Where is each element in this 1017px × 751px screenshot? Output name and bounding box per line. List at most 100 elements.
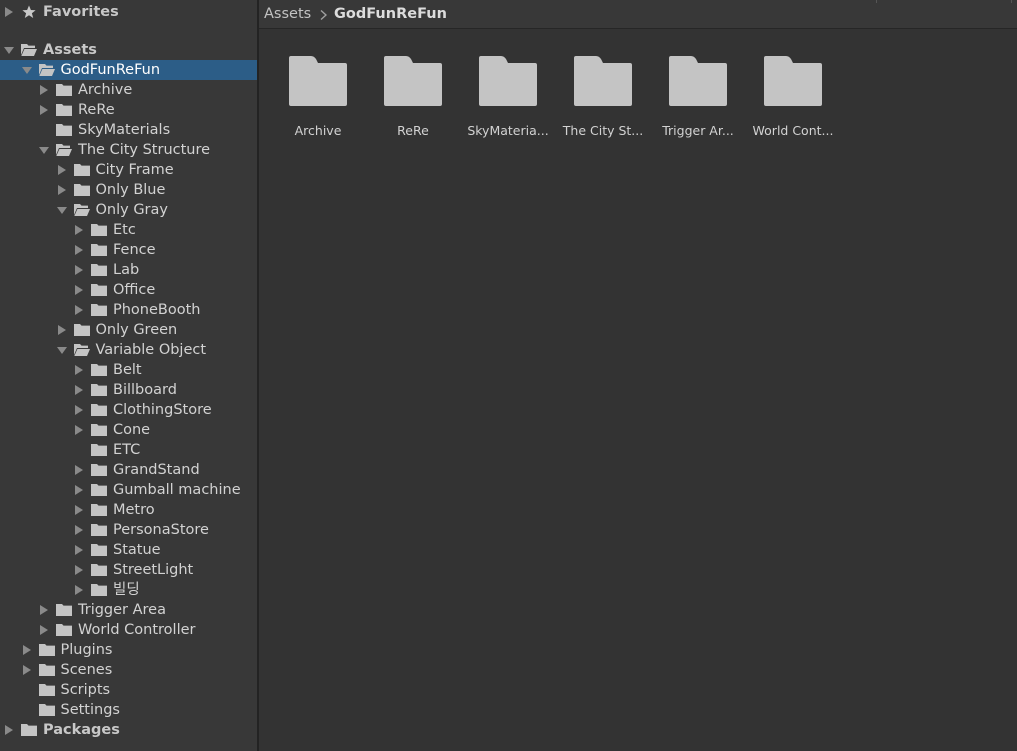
tree-row[interactable]: Only Green xyxy=(0,320,257,340)
folder-icon xyxy=(91,524,107,536)
tree-row[interactable]: Billboard xyxy=(0,380,257,400)
folder-icon xyxy=(56,104,72,116)
expand-arrow-icon[interactable] xyxy=(39,604,49,616)
folder-icon xyxy=(91,364,107,376)
grid-folder-label: Archive xyxy=(294,123,342,138)
expand-arrow-icon[interactable] xyxy=(74,484,84,496)
tree-row[interactable]: Belt xyxy=(0,360,257,380)
tree-row[interactable]: Gumball machine xyxy=(0,480,257,500)
tree-row[interactable]: Plugins xyxy=(0,640,257,660)
expand-arrow-icon[interactable] xyxy=(22,664,32,676)
tree-row-packages[interactable]: Packages xyxy=(0,720,257,740)
tree-row[interactable]: SkyMaterials xyxy=(0,120,257,140)
tree-label: Fence xyxy=(113,242,156,258)
expand-arrow-icon[interactable] xyxy=(4,6,14,18)
folder-icon xyxy=(91,404,107,416)
grid-folder-label: World Cont... xyxy=(752,123,834,138)
breadcrumb-current[interactable]: GodFunReFun xyxy=(334,0,447,29)
grid-folder-item[interactable]: Trigger Ar... xyxy=(652,52,742,152)
expand-arrow-icon[interactable] xyxy=(74,524,84,536)
tree-row[interactable]: ETC xyxy=(0,440,257,460)
tree-row[interactable]: StreetLight xyxy=(0,560,257,580)
chevron-right-icon xyxy=(320,10,327,20)
folder-icon xyxy=(91,484,107,496)
expand-arrow-icon[interactable] xyxy=(74,384,84,396)
tree-row[interactable]: Archive xyxy=(0,80,257,100)
tree-label: Scripts xyxy=(60,682,111,698)
folder-icon xyxy=(38,704,55,716)
folder-icon xyxy=(384,56,442,106)
expand-arrow-icon[interactable] xyxy=(74,304,84,316)
expand-arrow-icon[interactable] xyxy=(74,224,84,236)
tree-label: Plugins xyxy=(60,642,113,658)
tree-row[interactable]: PhoneBooth xyxy=(0,300,257,320)
expand-arrow-icon[interactable] xyxy=(74,264,84,276)
expand-arrow-icon[interactable] xyxy=(39,624,49,636)
tree-row[interactable]: Trigger Area xyxy=(0,600,257,620)
tree-row[interactable]: Metro xyxy=(0,500,257,520)
expand-arrow-icon[interactable] xyxy=(74,464,84,476)
folder-open-icon xyxy=(21,44,37,56)
tree-row[interactable]: Fence xyxy=(0,240,257,260)
expand-arrow-icon[interactable] xyxy=(74,284,84,296)
grid-folder-item[interactable]: The City St... xyxy=(557,52,647,152)
tree-label: Archive xyxy=(78,82,133,98)
tree-row[interactable]: Cone xyxy=(0,420,257,440)
tree-label: ClothingStore xyxy=(113,402,212,418)
collapse-arrow-icon[interactable] xyxy=(56,204,67,216)
expand-arrow-icon[interactable] xyxy=(57,164,67,176)
tree-row[interactable]: ClothingStore xyxy=(0,400,257,420)
expand-arrow-icon[interactable] xyxy=(74,584,84,596)
folder-icon xyxy=(73,324,90,336)
tree-row-assets[interactable]: Assets xyxy=(0,40,257,60)
tree-row[interactable]: Only Blue xyxy=(0,180,257,200)
tree-row[interactable]: ReRe xyxy=(0,100,257,120)
grid-folder-item[interactable]: World Cont... xyxy=(747,52,837,152)
expand-arrow-icon[interactable] xyxy=(4,724,14,736)
tree-row[interactable]: The City Structure xyxy=(0,140,257,160)
tree-row[interactable]: GrandStand xyxy=(0,460,257,480)
tree-row[interactable]: Scenes xyxy=(0,660,257,680)
breadcrumb-assets-link[interactable]: Assets xyxy=(264,0,311,29)
grid-folder-item[interactable]: SkyMateria... xyxy=(462,52,552,152)
grid-folder-label: Trigger Ar... xyxy=(662,123,734,138)
folder-icon xyxy=(91,304,107,316)
collapse-arrow-icon[interactable] xyxy=(39,144,49,156)
tree-row[interactable]: Scripts xyxy=(0,680,257,700)
tree-row[interactable]: Statue xyxy=(0,540,257,560)
grid-folder-item[interactable]: Archive xyxy=(272,52,362,152)
expand-arrow-icon[interactable] xyxy=(74,504,84,516)
expand-arrow-icon[interactable] xyxy=(57,324,67,336)
tree-row[interactable]: City Frame xyxy=(0,160,257,180)
expand-arrow-icon[interactable] xyxy=(22,644,32,656)
expand-arrow-icon[interactable] xyxy=(74,424,84,436)
star-icon xyxy=(22,5,36,18)
tree-row[interactable]: Only Gray xyxy=(0,200,257,220)
collapse-arrow-icon[interactable] xyxy=(21,64,32,76)
expand-arrow-icon[interactable] xyxy=(74,364,84,376)
tree-row[interactable]: PersonaStore xyxy=(0,520,257,540)
expand-arrow-icon[interactable] xyxy=(74,564,84,576)
tree-row[interactable]: Office xyxy=(0,280,257,300)
expand-arrow-icon[interactable] xyxy=(39,104,49,116)
tree-row-favorites[interactable]: Favorites xyxy=(0,2,257,22)
collapse-arrow-icon[interactable] xyxy=(4,44,14,56)
tree-row[interactable]: Settings xyxy=(0,700,257,720)
tree-row[interactable]: 빌딩 xyxy=(0,580,257,600)
tree-row[interactable]: GodFunReFun xyxy=(0,60,257,80)
tree-label: Favorites xyxy=(43,4,119,20)
grid-folder-item[interactable]: ReRe xyxy=(367,52,457,152)
tree-label: ReRe xyxy=(78,102,115,118)
tree-row[interactable]: Etc xyxy=(0,220,257,240)
expand-arrow-icon[interactable] xyxy=(39,84,49,96)
expand-arrow-icon[interactable] xyxy=(74,404,84,416)
tree-label: Gumball machine xyxy=(113,482,241,498)
tree-row[interactable]: World Controller xyxy=(0,620,257,640)
collapse-arrow-icon[interactable] xyxy=(56,344,67,356)
expand-arrow-icon[interactable] xyxy=(57,184,67,196)
tree-label: GodFunReFun xyxy=(60,62,161,78)
tree-row[interactable]: Variable Object xyxy=(0,340,257,360)
tree-row[interactable]: Lab xyxy=(0,260,257,280)
expand-arrow-icon[interactable] xyxy=(74,544,84,556)
expand-arrow-icon[interactable] xyxy=(74,244,84,256)
